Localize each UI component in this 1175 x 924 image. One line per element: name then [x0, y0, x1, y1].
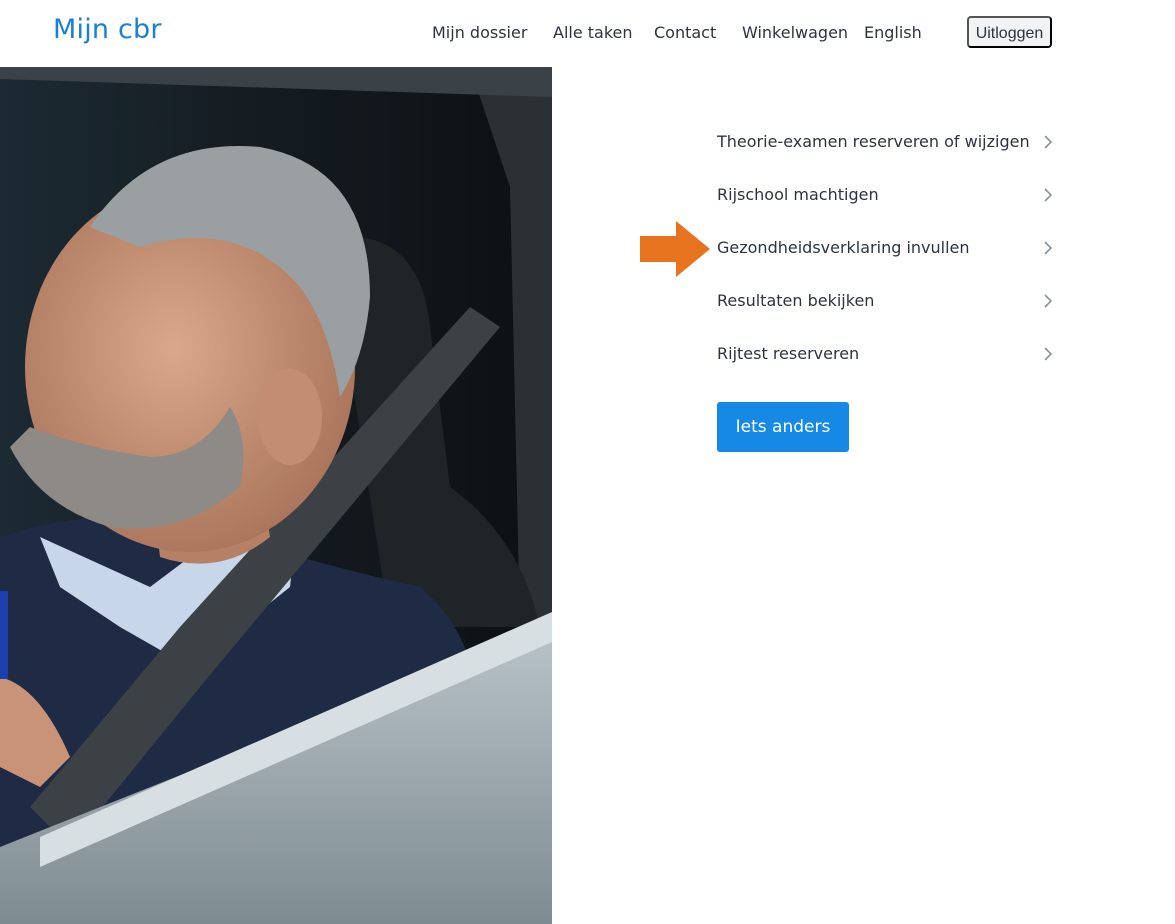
mijn-cbr-logo[interactable]: Mijn cbr: [53, 14, 162, 45]
nav-alle-taken[interactable]: Alle taken: [553, 20, 633, 46]
task-resultaten-bekijken[interactable]: Resultaten bekijken: [717, 286, 1053, 316]
logout-button[interactable]: Uitloggen: [967, 16, 1052, 48]
iets-anders-button[interactable]: Iets anders: [717, 402, 849, 452]
chevron-right-icon: [1044, 241, 1053, 255]
task-rijschool-machtigen[interactable]: Rijschool machtigen: [717, 180, 1053, 210]
task-gezondheidsverklaring[interactable]: Gezondheidsverklaring invullen: [717, 233, 1053, 263]
chevron-right-icon: [1044, 294, 1053, 308]
nav-contact[interactable]: Contact: [654, 20, 716, 46]
task-label: Rijtest reserveren: [717, 344, 860, 363]
task-label: Resultaten bekijken: [717, 291, 875, 310]
task-theorie-examen[interactable]: Theorie-examen reserveren of wijzigen: [717, 127, 1053, 157]
task-label: Theorie-examen reserveren of wijzigen: [717, 132, 1030, 151]
nav-english[interactable]: English: [864, 20, 922, 46]
top-navigation: Mijn cbr Mijn dossier Alle taken Contact…: [0, 0, 1175, 67]
driver-photo: [0, 67, 552, 924]
chevron-right-icon: [1044, 188, 1053, 202]
orange-arrow-icon: [640, 221, 710, 277]
chevron-right-icon: [1044, 135, 1053, 149]
chevron-right-icon: [1044, 347, 1053, 361]
nav-winkelwagen[interactable]: Winkelwagen: [742, 20, 848, 46]
task-rijtest-reserveren[interactable]: Rijtest reserveren: [717, 339, 1053, 369]
task-label: Gezondheidsverklaring invullen: [717, 238, 970, 257]
nav-mijn-dossier[interactable]: Mijn dossier: [432, 20, 527, 46]
task-label: Rijschool machtigen: [717, 185, 879, 204]
